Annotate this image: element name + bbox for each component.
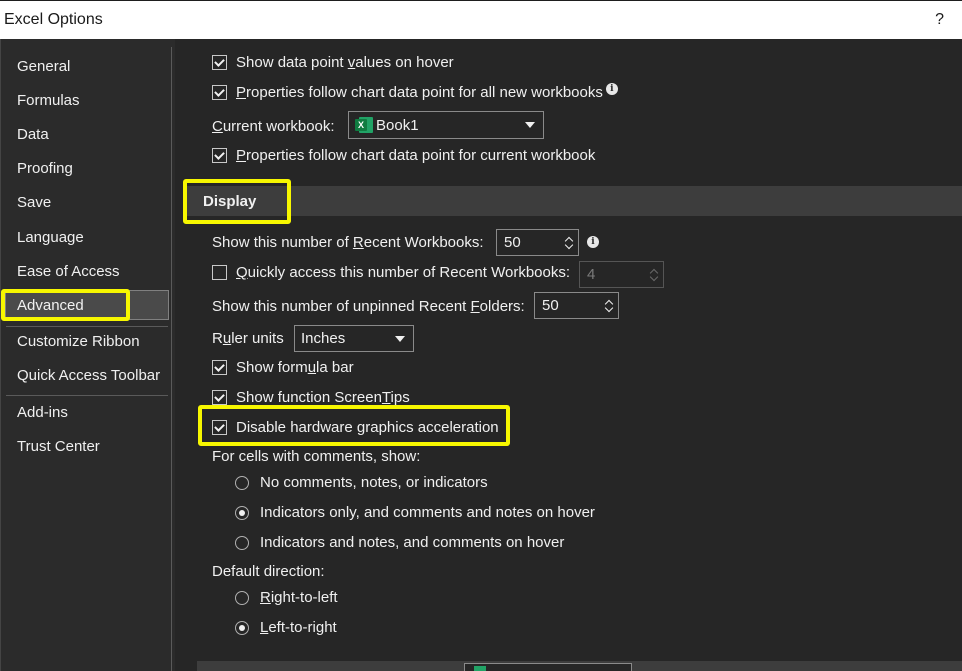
direction-rtl-radio[interactable]: [235, 590, 249, 605]
props-current-checkbox[interactable]: [212, 148, 227, 163]
formula-bar-checkbox[interactable]: [212, 360, 227, 375]
info-icon[interactable]: i: [605, 82, 618, 95]
direction-ltr-label: Left-to-right: [260, 619, 337, 636]
screentips-checkbox[interactable]: [212, 390, 227, 405]
help-icon[interactable]: ?: [935, 11, 944, 29]
comments-indicators-notes-label: Indicators and notes, and comments on ho…: [260, 534, 565, 551]
quick-access-label: Quickly access this number of Recent Wor…: [236, 264, 571, 281]
recent-workbooks-label: Show this number of Recent Workbooks:: [212, 234, 484, 251]
sidebar-item-customize-ribbon[interactable]: Customize Ribbon: [17, 333, 140, 350]
direction-ltr-radio[interactable]: [235, 620, 249, 635]
current-workbook-label: Current workbook:: [212, 118, 335, 135]
chevron-down-icon: [525, 122, 535, 128]
sidebar-item-advanced[interactable]: Advanced: [17, 297, 84, 314]
quick-access-spinner[interactable]: 4: [579, 261, 664, 288]
sidebar-item-trust-center[interactable]: Trust Center: [17, 438, 100, 455]
sidebar-item-ease-of-access[interactable]: Ease of Access: [17, 263, 120, 280]
comments-option-indicators-only[interactable]: Indicators only, and comments and notes …: [235, 504, 595, 521]
current-workbook-dropdown[interactable]: X Book1: [348, 111, 544, 139]
chevron-down-icon: [395, 336, 405, 342]
unpinned-folders-spinner[interactable]: 50: [534, 292, 619, 319]
sidebar-item-proofing[interactable]: Proofing: [17, 160, 73, 177]
unpinned-folders-value: 50: [542, 297, 559, 314]
unpinned-folders-label: Show this number of unpinned Recent Fold…: [212, 298, 525, 315]
show-values-hover-checkbox[interactable]: [212, 55, 227, 70]
title-bar: Excel Options ?: [0, 0, 962, 39]
props-all-new-option[interactable]: Properties follow chart data point for a…: [212, 82, 618, 101]
props-all-new-checkbox[interactable]: [212, 85, 227, 100]
comments-option-none[interactable]: No comments, notes, or indicators: [235, 474, 488, 491]
quick-access-checkbox[interactable]: [212, 265, 227, 280]
options-panel: Show data point values on hover Properti…: [179, 39, 962, 671]
recent-workbooks-value: 50: [504, 234, 521, 251]
comments-indicators-only-label: Indicators only, and comments and notes …: [260, 504, 595, 521]
props-current-option[interactable]: Properties follow chart data point for c…: [212, 147, 595, 164]
comments-indicators-notes-radio[interactable]: [235, 535, 249, 550]
screentips-option[interactable]: Show function ScreenTips: [212, 389, 410, 406]
current-workbook-value: Book1: [376, 116, 419, 134]
sidebar-item-data[interactable]: Data: [17, 126, 49, 143]
excel-workbook-icon: [474, 666, 486, 671]
comments-none-label: No comments, notes, or indicators: [260, 474, 488, 491]
comments-indicators-only-radio[interactable]: [235, 505, 249, 520]
show-values-hover-option[interactable]: Show data point values on hover: [212, 54, 454, 71]
excel-workbook-icon: X: [355, 116, 373, 134]
hw-accel-label: Disable hardware graphics acceleration: [236, 419, 499, 436]
workbook-dropdown-stub[interactable]: [464, 663, 632, 671]
sidebar-item-add-ins[interactable]: Add-ins: [17, 404, 68, 421]
sidebar-separator: [6, 395, 168, 396]
next-section-bar: [197, 661, 962, 671]
info-icon[interactable]: i: [587, 236, 599, 248]
sidebar-item-formulas[interactable]: Formulas: [17, 92, 80, 109]
sidebar-item-quick-access-toolbar[interactable]: Quick Access Toolbar: [17, 367, 160, 384]
display-section-title: Display: [203, 193, 257, 210]
sidebar-divider: [171, 47, 172, 671]
ruler-units-dropdown[interactable]: Inches: [294, 325, 414, 352]
quick-access-value: 4: [587, 266, 596, 283]
screentips-label: Show function ScreenTips: [236, 389, 410, 406]
quick-access-option[interactable]: Quickly access this number of Recent Wor…: [212, 264, 570, 281]
hw-accel-checkbox[interactable]: [212, 420, 227, 435]
sidebar-item-language[interactable]: Language: [17, 229, 84, 246]
comments-none-radio[interactable]: [235, 475, 249, 490]
recent-workbooks-spinner[interactable]: 50: [496, 229, 579, 256]
window-title: Excel Options: [4, 11, 103, 28]
direction-rtl-label: Right-to-left: [260, 589, 338, 606]
display-section-header: [184, 186, 962, 216]
sidebar-item-save[interactable]: Save: [17, 194, 51, 211]
direction-label: Default direction:: [212, 563, 325, 580]
show-values-hover-label: Show data point values on hover: [236, 54, 454, 71]
comments-option-indicators-notes[interactable]: Indicators and notes, and comments on ho…: [235, 534, 564, 551]
hw-accel-option[interactable]: Disable hardware graphics acceleration: [212, 419, 499, 436]
props-current-label: Properties follow chart data point for c…: [236, 147, 596, 164]
formula-bar-label: Show formula bar: [236, 359, 354, 376]
ruler-units-value: Inches: [301, 330, 346, 347]
ruler-units-label: Ruler units: [212, 330, 284, 347]
comments-label: For cells with comments, show:: [212, 448, 421, 465]
sidebar-separator: [6, 326, 168, 327]
direction-option-rtl[interactable]: Right-to-left: [235, 589, 338, 606]
sidebar-item-general[interactable]: General: [17, 58, 70, 75]
props-all-new-label: Properties follow chart data point for a…: [236, 84, 603, 101]
direction-option-ltr[interactable]: Left-to-right: [235, 619, 337, 636]
formula-bar-option[interactable]: Show formula bar: [212, 359, 354, 376]
